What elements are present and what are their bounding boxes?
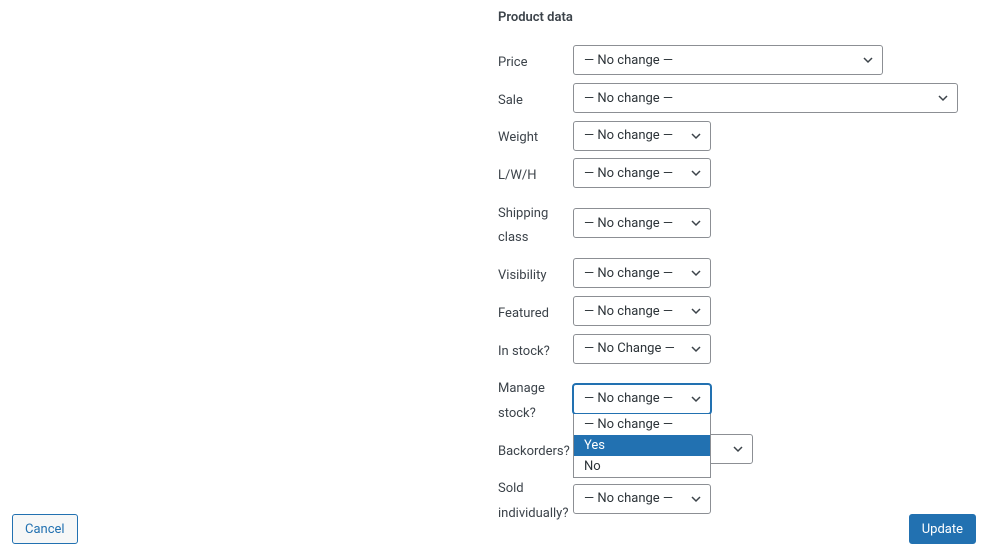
shipping-class-value: — No change — <box>584 216 673 231</box>
sale-label: Sale <box>498 83 573 114</box>
price-select[interactable]: — No change — <box>573 45 883 75</box>
lwh-label: L/W/H <box>498 158 573 189</box>
sold-individually-value: — No change — <box>584 491 673 506</box>
featured-select[interactable]: — No change — <box>573 296 711 326</box>
chevron-down-icon <box>690 130 702 142</box>
shipping-class-label: Shipping class <box>498 196 573 251</box>
field-backorders: Backorders? <box>498 434 973 465</box>
sold-individually-select[interactable]: — No change — <box>573 484 711 514</box>
weight-label: Weight <box>498 120 573 151</box>
field-price: Price — No change — <box>498 45 973 76</box>
weight-value: — No change — <box>584 128 673 143</box>
field-weight: Weight — No change — <box>498 120 973 151</box>
chevron-down-icon <box>937 92 949 104</box>
visibility-label: Visibility <box>498 258 573 289</box>
sale-select[interactable]: — No change — <box>573 83 958 113</box>
field-featured: Featured — No change — <box>498 296 973 327</box>
shipping-class-select[interactable]: — No change — <box>573 208 711 238</box>
section-title: Product data <box>498 10 973 25</box>
in-stock-value: — No Change — <box>584 341 675 356</box>
chevron-down-icon <box>690 493 702 505</box>
footer-buttons: Cancel Update <box>12 514 976 544</box>
field-lwh: L/W/H — No change — <box>498 158 973 189</box>
manage-stock-option-no[interactable]: No <box>574 456 710 477</box>
chevron-down-icon <box>690 267 702 279</box>
manage-stock-dropdown: — No change — Yes No <box>573 414 711 478</box>
field-visibility: Visibility — No change — <box>498 258 973 289</box>
chevron-down-icon <box>862 54 874 66</box>
backorders-label: Backorders? <box>498 434 573 465</box>
visibility-select[interactable]: — No change — <box>573 258 711 288</box>
manage-stock-select[interactable]: — No change — <box>573 384 711 414</box>
manage-stock-option-yes[interactable]: Yes <box>574 435 710 456</box>
visibility-value: — No change — <box>584 266 673 281</box>
chevron-down-icon <box>690 217 702 229</box>
in-stock-select[interactable]: — No Change — <box>573 334 711 364</box>
chevron-down-icon <box>690 167 702 179</box>
manage-stock-label: Manage stock? <box>498 371 573 426</box>
featured-label: Featured <box>498 296 573 327</box>
field-sale: Sale — No change — <box>498 83 973 114</box>
chevron-down-icon <box>690 305 702 317</box>
price-value: — No change — <box>584 53 673 68</box>
manage-stock-value: — No change — <box>584 391 673 406</box>
cancel-button[interactable]: Cancel <box>12 514 78 544</box>
chevron-down-icon <box>690 393 702 405</box>
lwh-value: — No change — <box>584 166 673 181</box>
field-in-stock: In stock? — No Change — <box>498 334 973 365</box>
manage-stock-option-nochange[interactable]: — No change — <box>574 414 710 435</box>
weight-select[interactable]: — No change — <box>573 121 711 151</box>
lwh-select[interactable]: — No change — <box>573 158 711 188</box>
update-button[interactable]: Update <box>909 514 976 544</box>
field-manage-stock: Manage stock? — No change — — No change … <box>498 371 973 426</box>
chevron-down-icon <box>690 343 702 355</box>
product-data-section: Product data Price — No change — Sale — … <box>498 10 973 534</box>
in-stock-label: In stock? <box>498 334 573 365</box>
chevron-down-icon <box>732 443 744 455</box>
field-shipping-class: Shipping class — No change — <box>498 196 973 251</box>
sale-value: — No change — <box>584 91 673 106</box>
featured-value: — No change — <box>584 304 673 319</box>
price-label: Price <box>498 45 573 76</box>
